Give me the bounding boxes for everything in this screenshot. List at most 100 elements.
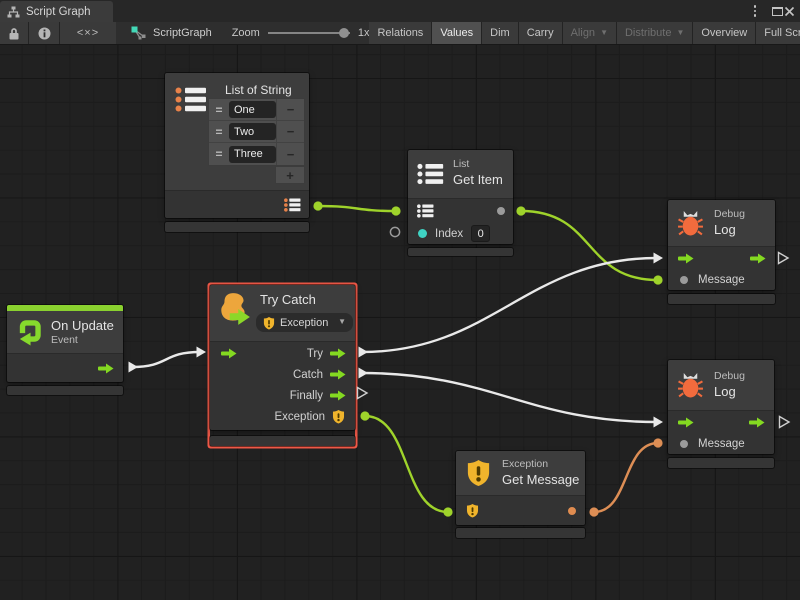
index-value-field[interactable]: 0 — [471, 225, 490, 242]
exception-in-port-icon[interactable] — [466, 503, 479, 518]
index-label: Index — [435, 228, 463, 240]
flow-out-port-icon[interactable] — [98, 363, 114, 374]
exception-type-dropdown[interactable]: Exception ▼ — [256, 313, 353, 332]
list-output-port-icon[interactable] — [284, 198, 301, 212]
wire-end-list-output-to-getitem-input[interactable] — [391, 206, 400, 215]
wire-catch-flow-to-log-bottom[interactable] — [362, 373, 657, 422]
message-input-port[interactable] — [680, 276, 688, 284]
remove-item-button[interactable]: − — [276, 121, 304, 142]
graph-hierarchy-icon — [7, 6, 20, 18]
flow-out-port-icon[interactable] — [750, 253, 766, 264]
flow-out-port-icon[interactable] — [749, 417, 765, 428]
carry-button[interactable]: Carry — [519, 22, 562, 44]
wire-list-output-to-getitem-input[interactable] — [318, 206, 396, 211]
wire-onupdate-flow-to-trycatch[interactable] — [132, 352, 200, 367]
wire-end-catch-flow-to-log-bottom[interactable] — [654, 417, 664, 428]
list-item-field[interactable]: Two — [229, 123, 276, 140]
wire-start-try-flow-to-log-top[interactable] — [359, 347, 369, 358]
flow-in-port-icon[interactable] — [678, 417, 694, 428]
flow-in-port-icon[interactable] — [678, 253, 694, 264]
drag-handle[interactable]: = — [209, 103, 229, 117]
node-group: List — [453, 158, 469, 170]
node-get-item[interactable]: List Get Item Index 0 — [408, 150, 513, 256]
node-group: Debug — [714, 208, 745, 220]
lock-button[interactable] — [0, 22, 28, 44]
fullscreen-button[interactable]: Full Screen — [756, 22, 800, 44]
node-title: Log — [714, 384, 736, 399]
wire-exception-to-getmessage[interactable] — [365, 416, 448, 512]
close-icon[interactable] — [784, 0, 798, 22]
log-top-flow-out-port[interactable] — [779, 253, 789, 264]
remove-item-button[interactable]: − — [276, 99, 304, 120]
node-get-message[interactable]: Exception Get Message — [456, 451, 585, 538]
flow-in-port-icon[interactable] — [221, 348, 237, 359]
graph-name-label: ScriptGraph — [153, 27, 212, 39]
node-footer — [456, 528, 585, 538]
getitem-index-unconnected-port[interactable] — [390, 227, 399, 236]
list-item-row: = Three − — [209, 143, 304, 165]
add-item-button[interactable]: + — [276, 167, 304, 183]
wire-start-getitem-output-to-log-top-message[interactable] — [516, 206, 525, 215]
align-dropdown-button[interactable]: Align▼ — [563, 22, 616, 44]
node-debug-log-top[interactable]: Debug Log Message — [668, 200, 775, 304]
wire-end-getmessage-output-to-log-bottom-message[interactable] — [653, 438, 662, 447]
wire-start-getmessage-output-to-log-bottom-message[interactable] — [589, 507, 598, 516]
wire-start-exception-to-getmessage[interactable] — [360, 411, 369, 420]
collapse-nodes-button[interactable]: <×> — [60, 22, 116, 44]
relations-button[interactable]: Relations — [369, 22, 431, 44]
node-footer — [165, 222, 309, 232]
graph-canvas[interactable]: List of String = One − = Two − — [0, 45, 800, 600]
finally-port-label: Finally — [290, 390, 323, 402]
node-debug-log-bottom[interactable]: Debug Log Message — [668, 360, 774, 468]
item-output-port[interactable] — [497, 207, 505, 215]
list-item-field[interactable]: Three — [229, 146, 276, 163]
zoom-slider[interactable] — [268, 22, 350, 44]
list-item-field[interactable]: One — [229, 101, 276, 118]
wire-getitem-output-to-log-top-message[interactable] — [521, 211, 658, 280]
wire-start-onupdate-flow-to-trycatch[interactable] — [129, 362, 139, 373]
catch-flow-out-port-icon[interactable] — [330, 369, 346, 380]
node-list-of-string[interactable]: List of String = One − = Two − — [165, 73, 309, 232]
zoom-slider-knob[interactable] — [339, 28, 349, 38]
exception-out-port-icon[interactable] — [332, 409, 345, 424]
wire-end-getitem-output-to-log-top-message[interactable] — [653, 275, 662, 284]
maximize-icon[interactable] — [772, 0, 783, 22]
warning-shield-icon — [263, 316, 275, 330]
wire-getmessage-output-to-log-bottom-message[interactable] — [594, 443, 658, 512]
catch-port-label: Catch — [293, 369, 323, 381]
message-output-port[interactable] — [568, 507, 576, 515]
node-title: Get Message — [502, 472, 579, 487]
info-icon — [38, 27, 51, 40]
wire-end-exception-to-getmessage[interactable] — [443, 507, 452, 516]
wire-end-onupdate-flow-to-trycatch[interactable] — [197, 347, 207, 358]
index-input-port[interactable] — [418, 229, 427, 238]
info-button[interactable] — [29, 22, 59, 44]
node-try-catch[interactable]: Try Catch Exception ▼ Try Catch — [210, 285, 355, 446]
graph-breadcrumb[interactable]: ScriptGraph — [131, 22, 212, 44]
tab-script-graph[interactable]: Script Graph — [0, 1, 113, 22]
zoom-value: 1x — [358, 27, 370, 39]
finally-unconnected-port[interactable] — [358, 388, 368, 399]
remove-item-button[interactable]: − — [276, 143, 304, 165]
dim-button[interactable]: Dim — [482, 22, 518, 44]
message-input-port[interactable] — [680, 440, 688, 448]
message-label: Message — [698, 274, 745, 286]
try-catch-icon — [216, 292, 252, 326]
try-flow-out-port-icon[interactable] — [330, 348, 346, 359]
drag-handle[interactable]: = — [209, 125, 229, 139]
list-input-port-icon[interactable] — [417, 204, 434, 218]
node-on-update[interactable]: On Update Event — [7, 305, 123, 395]
wire-try-flow-to-log-top[interactable] — [362, 258, 657, 352]
values-button[interactable]: Values — [432, 22, 481, 44]
node-title: List of String — [225, 83, 292, 97]
tab-title: Script Graph — [26, 6, 91, 18]
wire-start-catch-flow-to-log-bottom[interactable] — [359, 368, 369, 379]
distribute-dropdown-button[interactable]: Distribute▼ — [617, 22, 692, 44]
finally-flow-out-port-icon[interactable] — [330, 390, 346, 401]
log-bottom-flow-out-port[interactable] — [780, 417, 790, 428]
window-menu-icon[interactable] — [748, 0, 762, 22]
wire-end-try-flow-to-log-top[interactable] — [654, 253, 664, 264]
drag-handle[interactable]: = — [209, 147, 229, 161]
wire-start-list-output-to-getitem-input[interactable] — [313, 201, 322, 210]
overview-button[interactable]: Overview — [693, 22, 755, 44]
